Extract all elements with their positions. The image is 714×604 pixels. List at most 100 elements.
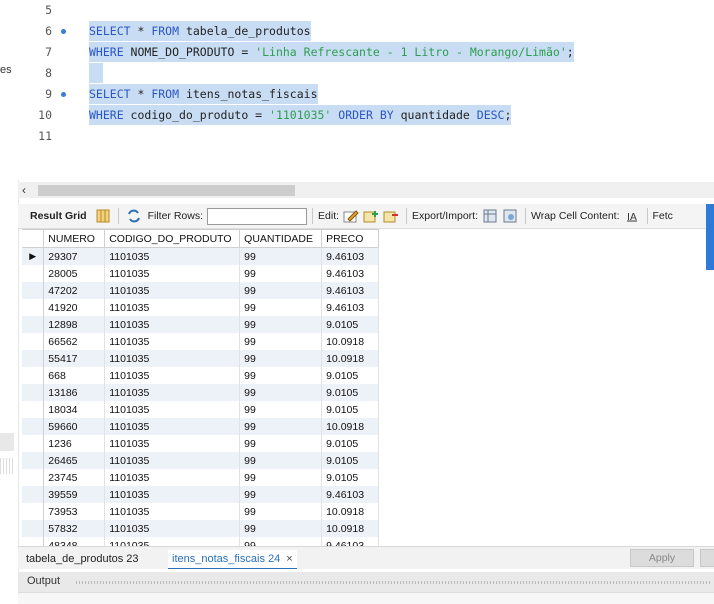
current-row-pointer-icon[interactable]: ▶ bbox=[22, 247, 45, 265]
table-cell[interactable]: 99 bbox=[239, 299, 323, 316]
table-cell[interactable]: 9.46103 bbox=[321, 282, 379, 299]
table-row[interactable]: 23745 1101035 99 9.0105 bbox=[22, 469, 379, 486]
import-icon[interactable] bbox=[502, 209, 518, 223]
row-header[interactable] bbox=[22, 469, 45, 486]
table-cell[interactable]: 66562 bbox=[43, 333, 106, 350]
delete-row-icon[interactable] bbox=[383, 209, 399, 223]
table-cell[interactable]: 1101035 bbox=[104, 350, 241, 367]
table-cell[interactable]: 1101035 bbox=[104, 384, 241, 401]
table-cell[interactable]: 99 bbox=[239, 247, 323, 265]
editor-line[interactable]: 8 bbox=[18, 63, 714, 83]
table-cell[interactable]: 57832 bbox=[43, 520, 106, 537]
table-cell[interactable]: 99 bbox=[239, 418, 323, 435]
output-resize-grip[interactable] bbox=[76, 581, 712, 584]
revert-button[interactable] bbox=[700, 549, 714, 567]
editor-line[interactable]: 11 bbox=[18, 126, 714, 146]
row-header[interactable] bbox=[22, 503, 45, 520]
table-row[interactable]: 41920 1101035 99 9.46103 bbox=[22, 299, 379, 316]
row-header[interactable] bbox=[22, 520, 45, 537]
table-cell[interactable]: 10.0918 bbox=[321, 503, 379, 520]
table-cell[interactable]: 55417 bbox=[43, 350, 106, 367]
table-cell[interactable]: 1101035 bbox=[104, 452, 241, 469]
table-cell[interactable]: 39559 bbox=[43, 486, 106, 503]
table-cell[interactable]: 23745 bbox=[43, 469, 106, 486]
table-cell[interactable]: 1101035 bbox=[104, 367, 241, 384]
add-row-icon[interactable] bbox=[363, 209, 379, 223]
table-cell[interactable]: 99 bbox=[239, 350, 323, 367]
row-header[interactable] bbox=[22, 418, 45, 435]
table-cell[interactable]: 41920 bbox=[43, 299, 106, 316]
table-row[interactable]: 39559 1101035 99 9.46103 bbox=[22, 486, 379, 503]
table-row[interactable]: 12898 1101035 99 9.0105 bbox=[22, 316, 379, 333]
editor-line[interactable]: 10 WHERE codigo_do_produto = '1101035' OR… bbox=[18, 105, 714, 125]
refresh-icon[interactable] bbox=[126, 209, 142, 223]
table-row[interactable]: 26465 1101035 99 9.0105 bbox=[22, 452, 379, 469]
table-row[interactable]: 1236 1101035 99 9.0105 bbox=[22, 435, 379, 452]
wrap-text-icon[interactable]: IA bbox=[624, 209, 640, 223]
table-row[interactable]: 18034 1101035 99 9.0105 bbox=[22, 401, 379, 418]
table-cell[interactable]: 26465 bbox=[43, 452, 106, 469]
table-cell[interactable]: 10.0918 bbox=[321, 520, 379, 537]
filter-rows-input[interactable] bbox=[207, 207, 308, 225]
table-cell[interactable]: 9.46103 bbox=[321, 247, 379, 265]
editor-horizontal-scrollbar[interactable]: ‹ bbox=[18, 182, 714, 198]
grid-view-icon[interactable] bbox=[95, 209, 111, 223]
scrollbar-thumb[interactable] bbox=[38, 185, 295, 196]
table-cell[interactable]: 99 bbox=[239, 503, 323, 520]
column-header[interactable]: NUMERO bbox=[43, 230, 106, 248]
table-cell[interactable]: 99 bbox=[239, 452, 323, 469]
table-cell[interactable]: 1101035 bbox=[104, 316, 241, 333]
tab-itens-notas-fiscais[interactable]: itens_notas_fiscais 24 × bbox=[168, 550, 297, 569]
row-header[interactable] bbox=[22, 265, 45, 282]
table-cell[interactable]: 99 bbox=[239, 333, 323, 350]
table-cell[interactable]: 99 bbox=[239, 469, 323, 486]
result-grid-label[interactable]: Result Grid bbox=[30, 210, 87, 222]
table-cell[interactable]: 59660 bbox=[43, 418, 106, 435]
table-cell[interactable]: 1101035 bbox=[104, 299, 241, 316]
table-row[interactable]: 13186 1101035 99 9.0105 bbox=[22, 384, 379, 401]
table-cell[interactable]: 99 bbox=[239, 265, 323, 282]
table-cell[interactable]: 9.0105 bbox=[321, 452, 379, 469]
result-grid[interactable]: NUMERO CODIGO_DO_PRODUTO QUANTIDADE PRECO ▶… bbox=[22, 229, 379, 547]
table-cell[interactable]: 12898 bbox=[43, 316, 106, 333]
table-cell[interactable]: 1101035 bbox=[104, 282, 241, 299]
row-header[interactable] bbox=[22, 435, 45, 452]
table-cell[interactable]: 9.0105 bbox=[321, 367, 379, 384]
table-cell[interactable]: 1101035 bbox=[104, 401, 241, 418]
table-cell[interactable]: 47202 bbox=[43, 282, 106, 299]
apply-button[interactable]: Apply bbox=[630, 549, 694, 567]
table-cell[interactable]: 73953 bbox=[43, 503, 106, 520]
column-header[interactable]: CODIGO_DO_PRODUTO bbox=[104, 230, 241, 248]
close-icon[interactable]: × bbox=[286, 553, 292, 565]
left-panel-resize-grip[interactable] bbox=[0, 458, 14, 474]
row-header[interactable] bbox=[22, 299, 45, 316]
table-cell[interactable]: 1101035 bbox=[104, 486, 241, 503]
table-cell[interactable]: 99 bbox=[239, 486, 323, 503]
table-row[interactable]: 28005 1101035 99 9.46103 bbox=[22, 265, 379, 282]
editor-line[interactable]: 7 WHERE NOME_DO_PRODUTO = 'Linha Refresca… bbox=[18, 42, 714, 62]
row-header[interactable] bbox=[22, 384, 45, 401]
table-cell[interactable]: 9.0105 bbox=[321, 401, 379, 418]
table-cell[interactable]: 1101035 bbox=[104, 469, 241, 486]
table-cell[interactable]: 1101035 bbox=[104, 265, 241, 282]
table-cell[interactable]: 99 bbox=[239, 384, 323, 401]
table-cell[interactable]: 99 bbox=[239, 282, 323, 299]
table-cell[interactable]: 99 bbox=[239, 520, 323, 537]
table-cell[interactable]: 13186 bbox=[43, 384, 106, 401]
row-header[interactable] bbox=[22, 486, 45, 503]
table-cell[interactable]: 1101035 bbox=[104, 418, 241, 435]
row-header[interactable] bbox=[22, 452, 45, 469]
row-header[interactable] bbox=[22, 316, 45, 333]
table-row[interactable]: 59660 1101035 99 10.0918 bbox=[22, 418, 379, 435]
sql-editor[interactable]: 5 6 SELECT * FROM tabela_de_produtos 7 WHERE… bbox=[18, 0, 714, 180]
row-header[interactable] bbox=[22, 367, 45, 384]
editor-line[interactable]: 9 SELECT * FROM itens_notas_fiscais bbox=[18, 84, 714, 104]
table-cell[interactable]: 1236 bbox=[43, 435, 106, 452]
table-cell[interactable]: 1101035 bbox=[104, 333, 241, 350]
table-cell[interactable]: 10.0918 bbox=[321, 418, 379, 435]
table-cell[interactable]: 9.0105 bbox=[321, 384, 379, 401]
table-cell[interactable]: 1101035 bbox=[104, 503, 241, 520]
row-header[interactable] bbox=[22, 401, 45, 418]
table-cell[interactable]: 1101035 bbox=[104, 435, 241, 452]
table-cell[interactable]: 29307 bbox=[43, 247, 106, 265]
